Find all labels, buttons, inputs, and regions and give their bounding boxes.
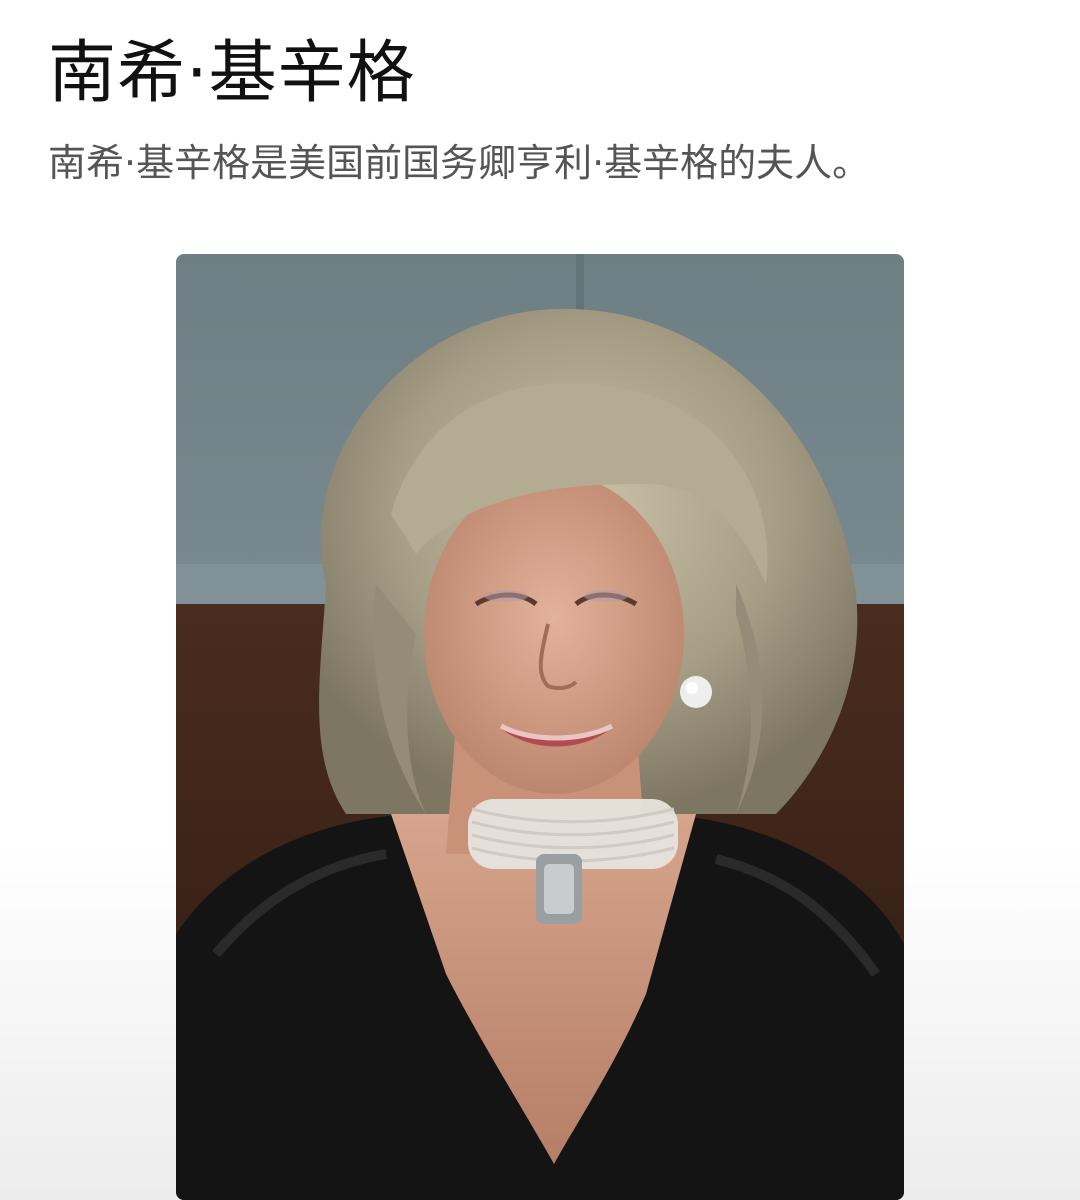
page-title: 南希·基辛格 bbox=[48, 34, 416, 113]
portrait-image bbox=[176, 254, 904, 1200]
page-summary: 南希·基辛格是美国前国务卿亨利·基辛格的夫人。 bbox=[48, 141, 871, 185]
portrait-photo[interactable] bbox=[176, 254, 904, 1200]
